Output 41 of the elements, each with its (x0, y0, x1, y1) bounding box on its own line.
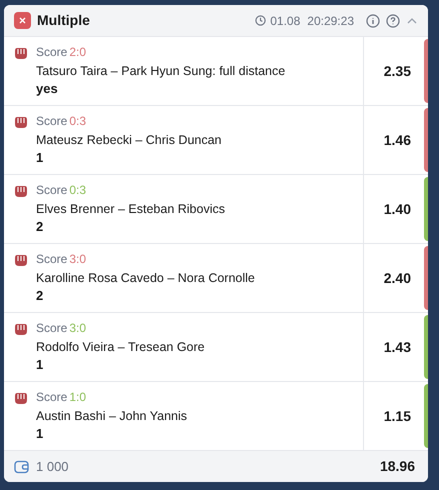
bet-pick: 1 (36, 356, 44, 374)
bet-pick: 2 (36, 218, 44, 236)
odds-value: 1.43 (384, 338, 411, 356)
score-value: 3:0 (69, 252, 86, 266)
bet-pick: 1 (36, 149, 44, 167)
help-icon[interactable] (386, 14, 400, 28)
odds-value: 1.15 (384, 406, 411, 426)
score-label: Score (36, 321, 68, 335)
bet-pick: 1 (36, 425, 44, 443)
score-value: 2:0 (69, 45, 86, 59)
odds-value: 1.40 (384, 200, 411, 218)
score-label: Score (36, 114, 68, 128)
score-label: Score (36, 45, 68, 59)
clock-icon (255, 15, 266, 26)
bet-pick: 2 (36, 287, 44, 305)
event-name: Karolline Rosa Cavedo – Nora Cornolle (36, 270, 255, 287)
score-value: 0:3 (69, 114, 86, 128)
odds-value: 2.40 (384, 268, 411, 288)
total-odds: 18.96 (380, 457, 415, 476)
score-value: 3:0 (69, 321, 86, 335)
info-icon[interactable] (366, 14, 380, 28)
wallet-icon (14, 460, 29, 474)
score-value: 1:0 (69, 390, 86, 404)
bet-pick: yes (36, 80, 59, 98)
bet-date: 01.08 (270, 12, 300, 30)
odds-value: 2.35 (384, 62, 411, 80)
score-label: Score (36, 390, 68, 404)
score-label: Score (36, 183, 68, 197)
odds-value: 1.46 (384, 130, 411, 150)
event-name: Elves Brenner – Esteban Ribovics (36, 201, 225, 218)
close-icon (19, 17, 26, 24)
event-name: Mateusz Rebecki – Chris Duncan (36, 132, 222, 149)
score-value: 0:3 (69, 183, 86, 197)
event-name: Austin Bashi – John Yannis (36, 408, 188, 425)
event-name: Tatsuro Taira – Park Hyun Sung: full distance (36, 63, 286, 80)
score-label: Score (36, 252, 68, 266)
bet-time: 20:29:23 (307, 12, 354, 30)
card-title: Multiple (37, 11, 90, 30)
close-button[interactable] (14, 12, 31, 29)
stake-amount: 1 000 (36, 458, 69, 476)
event-name: Rodolfo Vieira – Tresean Gore (36, 339, 205, 356)
